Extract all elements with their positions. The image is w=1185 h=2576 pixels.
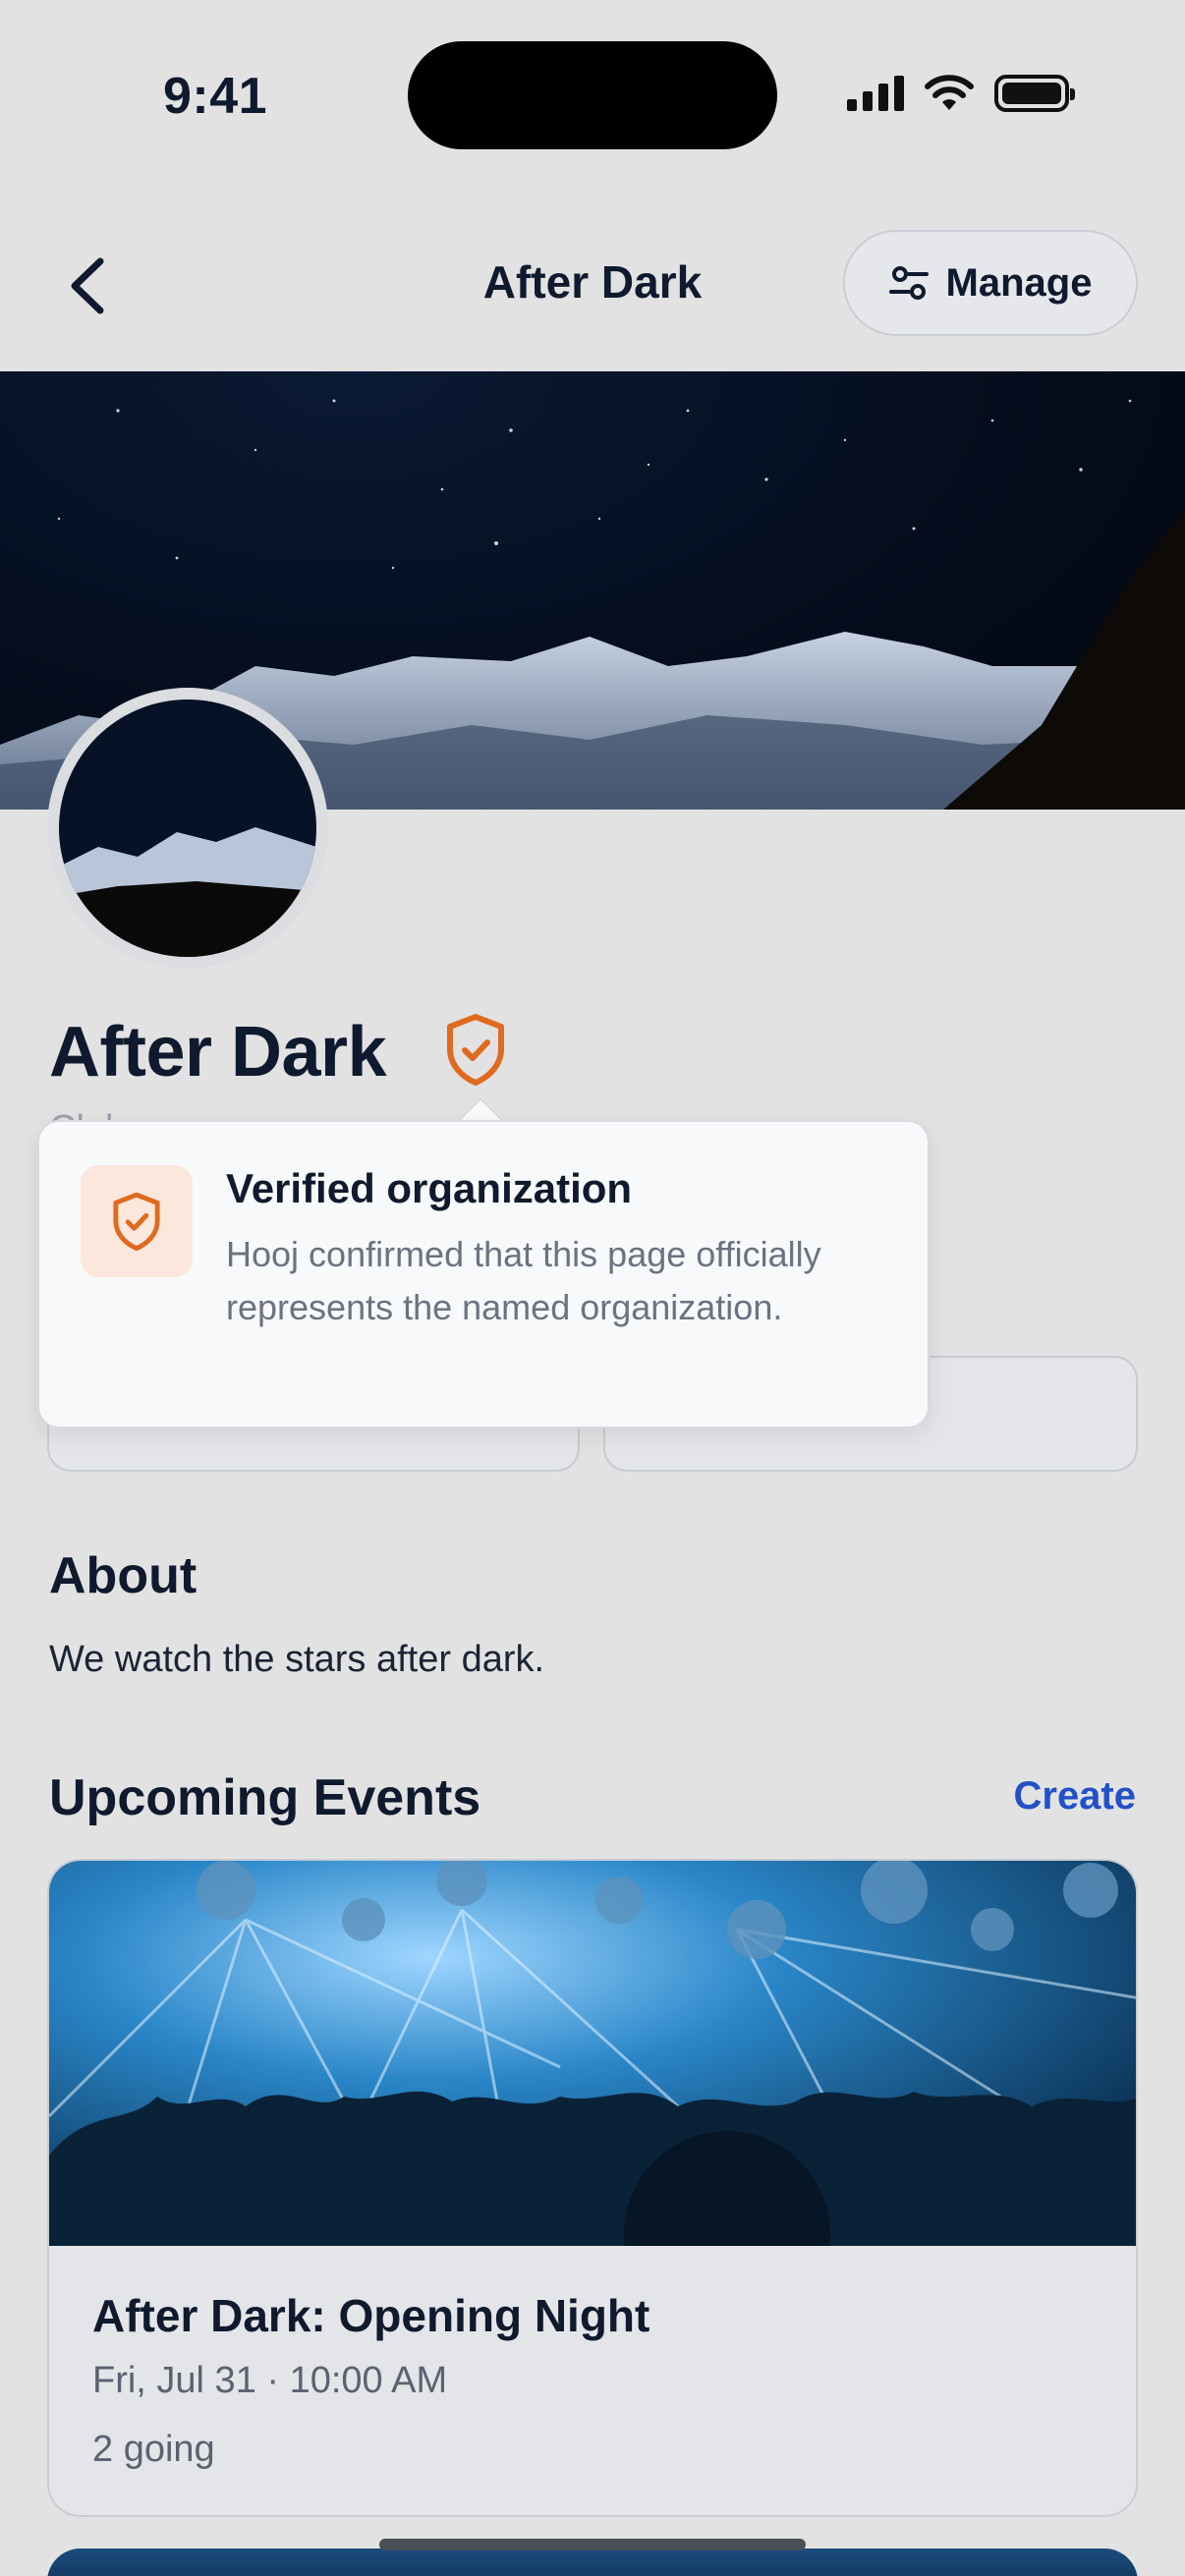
tooltip-title: Verified organization [226,1165,633,1211]
event-image [49,1861,1136,2246]
battery-icon [994,75,1075,112]
back-chevron-icon [71,257,104,314]
back-button[interactable] [59,252,118,320]
tooltip-body: Hooj confirmed that this page officially… [226,1234,821,1327]
verified-tooltip: Verified organization Hooj confirmed tha… [37,1120,930,1428]
manage-button[interactable]: Manage [843,230,1138,336]
events-heading: Upcoming Events [49,1769,481,1826]
event-going-count: 2 going [92,2429,215,2470]
home-indicator [379,2539,806,2550]
verified-badge[interactable] [444,1012,507,1087]
about-heading: About [49,1547,198,1604]
verified-shield-icon [447,1014,504,1086]
verified-shield-icon [113,1192,160,1252]
sliders-icon [888,266,929,300]
about-text: We watch the stars after dark. [49,1639,545,1680]
event-card[interactable]: After Dark: Opening Night Fri, Jul 31 · … [47,1859,1138,2517]
next-event-card[interactable] [47,2548,1138,2576]
event-title: After Dark: Opening Night [92,2290,650,2341]
manage-label: Manage [945,260,1093,305]
event-date: Fri, Jul 31 · 10:00 AM [92,2360,448,2401]
status-time: 9:41 [163,68,268,125]
signal-icon [847,76,904,111]
dynamic-island [408,41,777,149]
create-event-link[interactable]: Create [1013,1774,1136,1819]
wifi-icon [925,75,974,110]
org-title: After Dark [49,1013,387,1092]
tooltip-icon [81,1165,193,1277]
avatar[interactable] [47,688,328,969]
status-icons [847,75,1075,112]
